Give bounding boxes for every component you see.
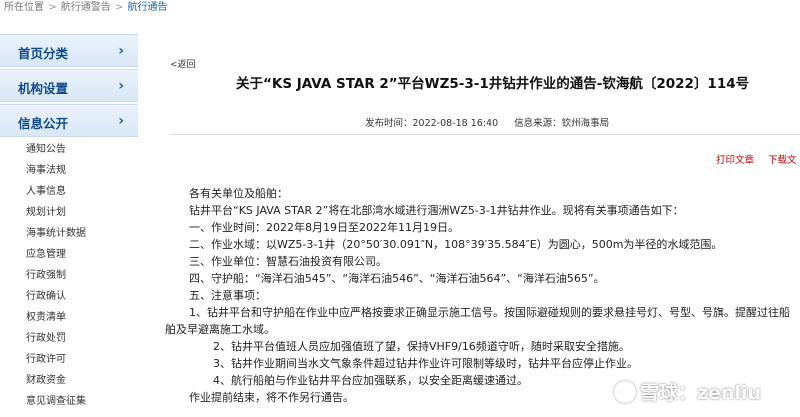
breadcrumb-link-warnings[interactable]: 航行通警告 — [61, 2, 111, 13]
watermark-text: 雪球：zenliu — [640, 382, 762, 404]
print-article-link[interactable]: 打印文章 — [716, 155, 754, 166]
breadcrumb-separator: > — [48, 2, 57, 13]
chevron-right-icon: › — [118, 43, 124, 59]
sidebar-item-notices[interactable]: 通知公告 — [0, 139, 138, 160]
chevron-right-icon: › — [118, 78, 124, 94]
paragraph: 2、钻井平台值班人员应加强值班了望，保持VHF9/16频道守听，随时采取安全措施… — [213, 340, 630, 353]
sidebar-item-enforcement[interactable]: 行政强制 — [0, 265, 138, 286]
breadcrumb: 所在位置 > 航行通警告 > 航行通告 — [0, 0, 800, 18]
xueqiu-logo-icon — [614, 381, 636, 403]
sidebar-item-personnel[interactable]: 人事信息 — [0, 181, 138, 202]
paragraph: 五、注意事项： — [189, 289, 266, 302]
article-tools: 打印文章 下载文 — [716, 152, 800, 166]
article-meta: 发布时间：2022-08-18 16:40 信息来源：钦州海事局 — [365, 115, 609, 129]
paragraph: 三、作业单位：智慧石油投资有限公司。 — [189, 255, 387, 268]
paragraph: 各有关单位及船舶： — [189, 187, 288, 200]
publish-time: 发布时间：2022-08-18 16:40 — [365, 118, 499, 129]
breadcrumb-link-notices[interactable]: 航行通告 — [128, 2, 168, 13]
chevron-right-icon: › — [118, 113, 124, 129]
paragraph: 1、钻井平台和守护船在作业中应严格按要求正确显示施工信号。按国际避碰规则的要求悬… — [165, 306, 790, 336]
article-body: 各有关单位及船舶： 钻井平台“KS JAVA STAR 2”将在北部湾水域进行涠… — [165, 185, 800, 406]
sidebar-item-finance[interactable]: 财政资金 — [0, 370, 138, 391]
paragraph: 3、钻井作业期间当水文气象条件超过钻井作业许可限制等级时，钻井平台应停止作业。 — [213, 357, 638, 370]
sidebar-nav-home-category[interactable]: 首页分类 › — [0, 34, 138, 67]
info-source: 信息来源：钦州海事局 — [514, 118, 610, 129]
sidebar-item-statistics[interactable]: 海事统计数据 — [0, 223, 138, 244]
sidebar-sub-list: 通知公告 海事法规 人事信息 规划计划 海事统计数据 应急管理 行政强制 行政确… — [0, 139, 138, 412]
sidebar-item-plans[interactable]: 规划计划 — [0, 202, 138, 223]
sidebar-nav-label: 机构设置 — [18, 81, 69, 96]
sidebar-item-confirmation[interactable]: 行政确认 — [0, 286, 138, 307]
paragraph: 一、作业时间：2022年8月19日至2022年11月19日。 — [189, 221, 459, 234]
sidebar-item-survey[interactable]: 意见调查征集 — [0, 391, 138, 412]
sidebar-nav-label: 首页分类 — [18, 46, 69, 61]
sidebar-item-licensing[interactable]: 行政许可 — [0, 349, 138, 370]
paragraph: 四、守护船：“海洋石油545”、“海洋石油546”、“海洋石油564”、“海洋石… — [189, 272, 605, 285]
sidebar-item-emergency[interactable]: 应急管理 — [0, 244, 138, 265]
breadcrumb-separator: > — [114, 2, 124, 13]
download-article-link[interactable]: 下载文 — [768, 155, 797, 166]
paragraph: 二、作业水域：以WZ5-3-1井（20°50′30.091″N，108°39′3… — [189, 238, 723, 251]
watermark: 雪球：zenliu — [614, 378, 761, 405]
sidebar-item-regulations[interactable]: 海事法规 — [0, 160, 138, 181]
sidebar-item-penalties[interactable]: 行政处罚 — [0, 328, 138, 349]
paragraph: 钻井平台“KS JAVA STAR 2”将在北部湾水域进行涠洲WZ5-3-1井钻… — [189, 204, 684, 217]
page-title: 关于“KS JAVA STAR 2”平台WZ5-3-1井钻井作业的通告-钦海航〔… — [236, 76, 750, 92]
back-link[interactable]: <返回 — [170, 57, 196, 70]
sidebar-nav-label: 信息公开 — [18, 116, 69, 131]
divider — [170, 134, 800, 135]
sidebar-item-responsibility-list[interactable]: 权责清单 — [0, 307, 138, 328]
breadcrumb-prefix: 所在位置 — [4, 2, 44, 13]
sidebar-nav-info-disclosure[interactable]: 信息公开 › — [0, 104, 138, 137]
sidebar: 首页分类 › 机构设置 › 信息公开 › 通知公告 海事法规 人事信息 规划计划… — [0, 34, 138, 417]
sidebar-nav-organization[interactable]: 机构设置 › — [0, 69, 138, 102]
